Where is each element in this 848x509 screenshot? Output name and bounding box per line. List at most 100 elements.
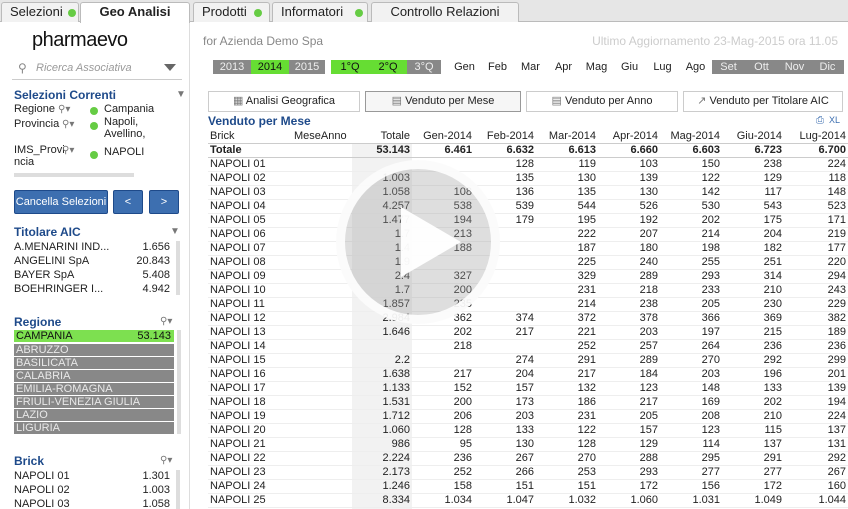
table-row[interactable]: NAPOLI 22 2.224 236 267 270 288 295 291 292 bbox=[208, 451, 848, 466]
quarter-3[interactable]: 3°Q bbox=[407, 60, 441, 74]
table-row[interactable]: NAPOLI 23 2.173 252 266 253 293 277 277 267 bbox=[208, 465, 848, 480]
back-button[interactable]: < bbox=[113, 190, 143, 214]
list-item[interactable]: LAZIO bbox=[14, 409, 174, 421]
tab-controllo-relazioni[interactable]: Controllo Relazioni bbox=[371, 2, 519, 22]
table-row[interactable]: NAPOLI 17 1.133 152 157 132 123 148 133 139 bbox=[208, 381, 848, 396]
collapse-icon[interactable]: ▼ bbox=[176, 89, 186, 100]
table-row[interactable]: NAPOLI 24 1.246 158 151 151 172 156 172 160 bbox=[208, 479, 848, 494]
table-row[interactable]: NAPOLI 19 1.712 206 203 231 205 208 210 224 bbox=[208, 409, 848, 424]
search-icon[interactable]: ⚲▾ bbox=[62, 145, 74, 156]
column-header[interactable]: Giu-2014 bbox=[722, 129, 784, 144]
table-cell: 240 bbox=[598, 255, 660, 270]
column-header[interactable]: MeseAnno bbox=[292, 129, 352, 144]
list-item[interactable]: EMILIA-ROMAGNA bbox=[14, 383, 174, 395]
list-item[interactable]: NAPOLI 02 1.003 bbox=[14, 484, 170, 496]
vertical-scrollbar[interactable] bbox=[176, 470, 180, 509]
list-item[interactable]: ABRUZZO bbox=[14, 344, 174, 356]
list-item[interactable]: LIGURIA bbox=[14, 422, 174, 434]
table-row[interactable]: NAPOLI 04 4.257 538 539 544 526 530 543 523 bbox=[208, 199, 848, 214]
search-icon[interactable]: ⚲▾ bbox=[62, 119, 74, 130]
table-row[interactable]: NAPOLI 20 1.060 128 133 122 157 123 115 137 bbox=[208, 423, 848, 438]
list-item[interactable]: BASILICATA bbox=[14, 357, 174, 369]
month-dic[interactable]: Dic bbox=[811, 60, 844, 74]
list-item[interactable]: ANGELINI SpA 20.843 bbox=[14, 255, 170, 267]
month-set[interactable]: Set bbox=[712, 60, 745, 74]
month-ott[interactable]: Ott bbox=[745, 60, 778, 74]
month-feb[interactable]: Feb bbox=[481, 60, 514, 74]
search-input[interactable]: ⚲ Ricerca Associativa bbox=[12, 60, 182, 80]
table-row[interactable]: NAPOLI 07 1.4 188 187 180 198 182 177 bbox=[208, 241, 848, 256]
vertical-scrollbar[interactable] bbox=[176, 241, 180, 295]
tab-prodotti[interactable]: Prodotti bbox=[193, 2, 270, 22]
year-2014[interactable]: 2014 bbox=[251, 60, 289, 74]
play-video-button[interactable] bbox=[336, 160, 500, 324]
table-row[interactable]: NAPOLI 15 2.2 274 291 289 270 292 299 bbox=[208, 353, 848, 368]
column-header[interactable]: Mar-2014 bbox=[536, 129, 598, 144]
tab-analisi-geografica[interactable]: ▦ Analisi Geografica bbox=[208, 91, 360, 112]
table-row[interactable]: NAPOLI 05 1.477 194 179 195 192 202 175 171 bbox=[208, 213, 848, 228]
month-lug[interactable]: Lug bbox=[646, 60, 679, 74]
column-header[interactable]: Mag-2014 bbox=[660, 129, 722, 144]
table-row[interactable]: NAPOLI 21 986 95 130 128 129 114 137 131 bbox=[208, 437, 848, 452]
year-2013[interactable]: 2013 bbox=[213, 60, 251, 74]
table-row[interactable]: NAPOLI 13 1.646 202 217 221 203 197 215 189 bbox=[208, 325, 848, 340]
column-header[interactable]: Apr-2014 bbox=[598, 129, 660, 144]
list-item[interactable]: CALABRIA bbox=[14, 370, 174, 382]
table-row[interactable]: NAPOLI 03 1.058 108 136 135 130 142 117 148 bbox=[208, 185, 848, 200]
quarter-2[interactable]: 2°Q bbox=[369, 60, 407, 74]
list-item[interactable]: A.MENARINI IND... 1.656 bbox=[14, 241, 170, 253]
month-gen[interactable]: Gen bbox=[448, 60, 481, 74]
column-header[interactable]: Lug-2014 bbox=[784, 129, 848, 144]
list-item[interactable]: BOEHRINGER I... 4.942 bbox=[14, 283, 170, 295]
month-apr[interactable]: Apr bbox=[547, 60, 580, 74]
forward-button[interactable]: > bbox=[149, 190, 179, 214]
vertical-scrollbar[interactable] bbox=[177, 330, 181, 434]
column-header[interactable]: Gen-2014 bbox=[412, 129, 474, 144]
table-row[interactable]: NAPOLI 18 1.531 200 173 186 217 169 202 194 bbox=[208, 395, 848, 410]
table-cell: 137 bbox=[784, 423, 848, 438]
tab-selezioni[interactable]: Selezioni bbox=[1, 2, 79, 22]
year-2015[interactable]: 2015 bbox=[289, 60, 325, 74]
month-mag[interactable]: Mag bbox=[580, 60, 613, 74]
quarter-1[interactable]: 1°Q bbox=[331, 60, 369, 74]
list-item-selected[interactable]: CAMPANIA 53.143 bbox=[14, 330, 174, 342]
table-row[interactable]: NAPOLI 14 218 252 257 264 236 236 bbox=[208, 339, 848, 354]
tab-venduto-per-mese[interactable]: ▤ Venduto per Mese bbox=[365, 91, 521, 112]
table-row[interactable]: NAPOLI 08 1.9 225 240 255 251 220 bbox=[208, 255, 848, 270]
month-ago[interactable]: Ago bbox=[679, 60, 712, 74]
tab-geo-analisi[interactable]: Geo Analisi bbox=[80, 2, 190, 23]
tab-informatori[interactable]: Informatori bbox=[272, 2, 368, 22]
tab-venduto-per-titolare[interactable]: ↗ Venduto per Titolare AIC bbox=[683, 91, 843, 112]
table-row[interactable]: NAPOLI 12 2.984 362 374 372 378 366 369 382 bbox=[208, 311, 848, 326]
search-icon[interactable]: ⚲▾ bbox=[58, 104, 70, 115]
list-item[interactable]: BAYER SpA 5.408 bbox=[14, 269, 170, 281]
table-row[interactable]: NAPOLI 06 1.7 213 222 207 214 204 219 bbox=[208, 227, 848, 242]
table-row[interactable]: NAPOLI 16 1.638 217 204 217 184 203 196 201 bbox=[208, 367, 848, 382]
print-icon[interactable]: ⎙ bbox=[816, 115, 824, 126]
list-item[interactable]: NAPOLI 01 1.301 bbox=[14, 470, 170, 482]
horizontal-scrollbar[interactable] bbox=[14, 173, 134, 177]
table-row[interactable]: NAPOLI 11 1.857 235 214 238 205 230 229 bbox=[208, 297, 848, 312]
search-icon: ⚲ bbox=[18, 61, 27, 75]
month-nov[interactable]: Nov bbox=[778, 60, 811, 74]
dropdown-arrow-icon[interactable] bbox=[164, 64, 176, 71]
search-icon[interactable]: ⚲▾ bbox=[160, 455, 172, 466]
search-icon[interactable]: ⚲▾ bbox=[160, 316, 172, 327]
table-row[interactable]: NAPOLI 10 1.7 200 231 218 233 210 243 bbox=[208, 283, 848, 298]
column-header[interactable]: Brick bbox=[208, 129, 292, 144]
table-cell: 53.143 bbox=[352, 143, 412, 158]
tab-venduto-per-anno[interactable]: ▤ Venduto per Anno bbox=[526, 91, 678, 112]
collapse-icon[interactable]: ▼ bbox=[170, 226, 180, 237]
month-mar[interactable]: Mar bbox=[514, 60, 547, 74]
excel-export-button[interactable]: XL bbox=[829, 115, 840, 125]
table-row[interactable]: NAPOLI 02 1.003 135 130 139 122 129 118 bbox=[208, 171, 848, 186]
list-item[interactable]: NAPOLI 03 1.058 bbox=[14, 498, 170, 509]
month-giu[interactable]: Giu bbox=[613, 60, 646, 74]
table-row[interactable]: NAPOLI 25 8.334 1.034 1.047 1.032 1.060 1.031 1… bbox=[208, 493, 848, 508]
clear-selections-button[interactable]: Cancella Selezioni bbox=[14, 190, 108, 214]
table-row[interactable]: NAPOLI 01 128 119 103 150 238 224 bbox=[208, 157, 848, 172]
list-item[interactable]: FRIULI-VENEZIA GIULIA bbox=[14, 396, 174, 408]
table-row[interactable]: NAPOLI 09 2.4 327 329 289 293 314 294 bbox=[208, 269, 848, 284]
column-header[interactable]: Totale bbox=[352, 129, 412, 144]
column-header[interactable]: Feb-2014 bbox=[474, 129, 536, 144]
